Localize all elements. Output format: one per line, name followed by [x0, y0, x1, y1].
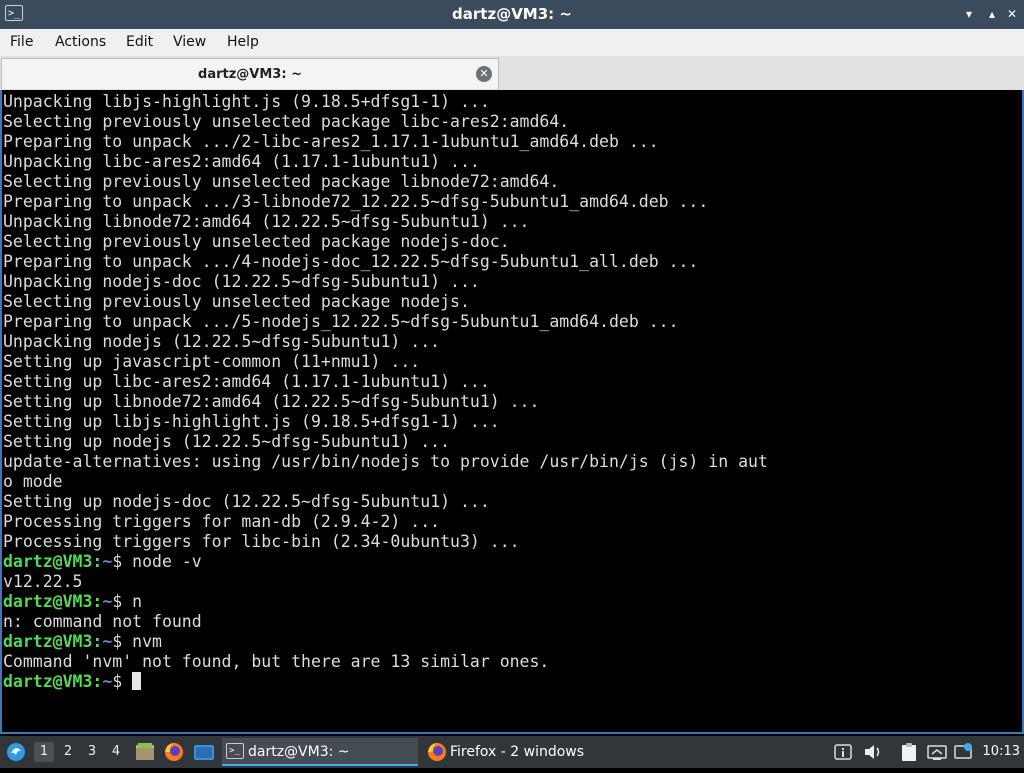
prompt-sep: :	[92, 592, 103, 611]
prompt-dollar: $	[112, 552, 123, 571]
output-line: update-alternatives: using /usr/bin/node…	[3, 452, 768, 471]
menu-bar: File Actions Edit View Help	[0, 29, 1024, 57]
output-line: Setting up libc-ares2:amd64 (1.17.1-1ubu…	[3, 372, 490, 391]
output-line: Preparing to unpack .../3-libnode72_12.2…	[3, 192, 709, 211]
prompt-line: dartz@VM3:~$ node -v	[3, 552, 202, 572]
terminal-icon: >_	[226, 743, 244, 759]
prompt-dollar: $	[112, 592, 123, 611]
app-menu-icon[interactable]	[4, 736, 28, 768]
task-terminal[interactable]: >_ dartz@VM3: ~	[222, 738, 418, 766]
command-text: n	[132, 592, 143, 611]
prompt-line: dartz@VM3:~$ n	[3, 592, 142, 612]
prompt-path: ~	[102, 552, 113, 571]
clock[interactable]: 10:13	[983, 736, 1020, 768]
output-line: Preparing to unpack .../5-nodejs_12.22.5…	[3, 312, 679, 331]
network-icon[interactable]	[926, 736, 948, 768]
output-line: Selecting previously unselected package …	[3, 232, 510, 251]
prompt-dollar: $	[112, 672, 123, 691]
prompt-line: dartz@VM3:~$ nvm	[3, 632, 162, 652]
update-icon[interactable]	[952, 736, 974, 768]
workspace-4[interactable]: 4	[106, 742, 126, 762]
output-line: Processing triggers for libc-bin (2.34-0…	[3, 532, 520, 551]
info-icon[interactable]	[832, 736, 854, 768]
window-title: dartz@VM3: ~	[452, 5, 572, 23]
firefox-icon[interactable]	[162, 736, 186, 768]
output-line: Setting up nodejs-doc (12.22.5~dfsg-5ubu…	[3, 492, 490, 511]
workspace-3[interactable]: 3	[82, 742, 102, 762]
command-output: Command 'nvm' not found, but there are 1…	[3, 652, 550, 671]
output-line: Processing triggers for man-db (2.9.4-2)…	[3, 512, 441, 531]
output-line: o mode	[3, 472, 63, 491]
workspace-2[interactable]: 2	[58, 742, 78, 762]
menu-file[interactable]: File	[10, 29, 33, 56]
tab-close-icon[interactable]: ✕	[476, 66, 492, 82]
command-output: n: command not found	[3, 612, 202, 631]
menu-view[interactable]: View	[173, 29, 206, 56]
terminal-tab[interactable]: dartz@VM3: ~ ✕	[1, 58, 499, 89]
prompt-user: dartz@VM3	[3, 592, 93, 611]
output-line: Unpacking nodejs (12.22.5~dfsg-5ubuntu1)…	[3, 332, 441, 351]
menu-edit[interactable]: Edit	[126, 29, 153, 56]
close-icon[interactable]: ✕	[1005, 7, 1019, 21]
prompt-path: ~	[102, 672, 113, 691]
maximize-icon[interactable]: ▴	[985, 7, 999, 21]
workspace-1[interactable]: 1	[34, 742, 54, 762]
minimize-icon[interactable]: ▾	[962, 7, 976, 21]
output-line: Preparing to unpack .../4-nodejs-doc_12.…	[3, 252, 699, 271]
window-titlebar[interactable]: >_ dartz@VM3: ~ ▾ ▴ ✕	[0, 0, 1024, 29]
output-line: Setting up libnode72:amd64 (12.22.5~dfsg…	[3, 392, 540, 411]
menu-help[interactable]: Help	[227, 29, 259, 56]
command-text: nvm	[132, 632, 162, 651]
prompt-line[interactable]: dartz@VM3:~$	[3, 672, 142, 692]
prompt-user: dartz@VM3	[3, 632, 93, 651]
task-label: Firefox - 2 windows	[450, 744, 585, 760]
command-text: node -v	[132, 552, 202, 571]
output-line: Setting up libjs-highlight.js (9.18.5+df…	[3, 412, 500, 431]
output-line: Unpacking nodejs-doc (12.22.5~dfsg-5ubun…	[3, 272, 480, 291]
firefox-icon	[426, 741, 448, 763]
tab-label: dartz@VM3: ~	[198, 67, 302, 82]
prompt-path: ~	[102, 632, 113, 651]
output-line: Unpacking libc-ares2:amd64 (1.17.1-1ubun…	[3, 152, 480, 171]
prompt-sep: :	[92, 672, 103, 691]
output-line: Setting up nodejs (12.22.5~dfsg-5ubuntu1…	[3, 432, 451, 451]
terminal-view[interactable]: Unpacking libjs-highlight.js (9.18.5+dfs…	[0, 90, 1024, 734]
prompt-path: ~	[102, 592, 113, 611]
output-line: Preparing to unpack .../2-libc-ares2_1.1…	[3, 132, 659, 151]
tab-bar: dartz@VM3: ~ ✕	[0, 56, 1024, 90]
file-manager-icon[interactable]	[134, 736, 156, 768]
menu-actions[interactable]: Actions	[55, 29, 106, 56]
prompt-sep: :	[92, 632, 103, 651]
prompt-user: dartz@VM3	[3, 672, 93, 691]
prompt-dollar: $	[112, 632, 123, 651]
task-firefox[interactable]: Firefox - 2 windows	[424, 738, 624, 766]
command-output: v12.22.5	[3, 572, 83, 591]
output-line: Unpacking libnode72:amd64 (12.22.5~dfsg-…	[3, 212, 530, 231]
volume-icon[interactable]	[862, 736, 884, 768]
task-label: dartz@VM3: ~	[248, 744, 350, 760]
output-line: Unpacking libjs-highlight.js (9.18.5+dfs…	[3, 92, 490, 111]
taskbar: 1 2 3 4 >_ dartz@VM3: ~ Firefox - 2 wind…	[0, 736, 1024, 768]
prompt-sep: :	[92, 552, 103, 571]
output-line: Selecting previously unselected package …	[3, 292, 470, 311]
clipboard-icon[interactable]	[898, 736, 920, 768]
prompt-user: dartz@VM3	[3, 552, 93, 571]
output-line: Setting up javascript-common (11+nmu1) .…	[3, 352, 421, 371]
text-cursor	[132, 672, 142, 690]
show-desktop-icon[interactable]	[192, 736, 216, 768]
output-line: Selecting previously unselected package …	[3, 112, 570, 131]
output-line: Selecting previously unselected package …	[3, 172, 560, 191]
